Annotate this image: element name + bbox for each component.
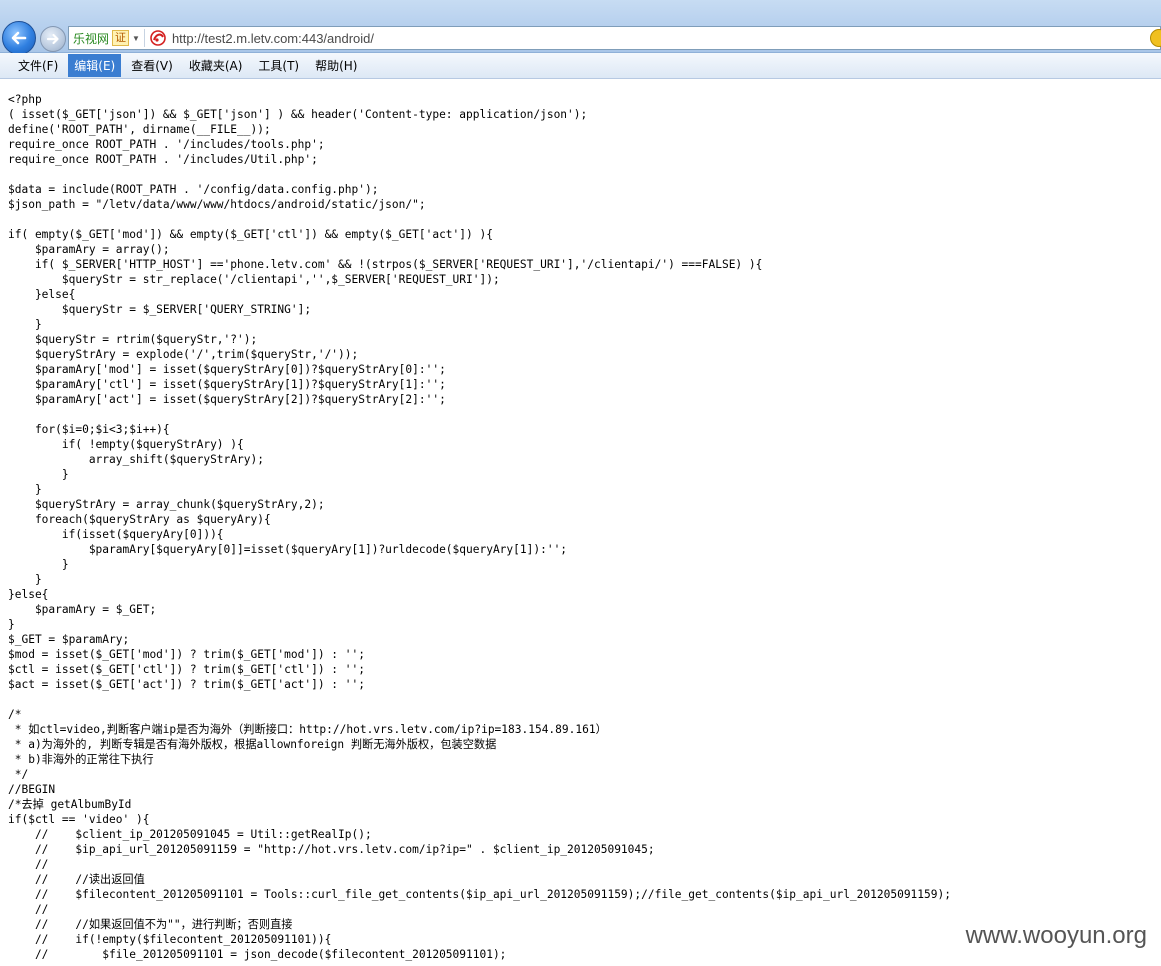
chevron-down-icon[interactable]: ▼ <box>132 34 140 43</box>
code-line: $queryStr = $_SERVER['QUERY_STRING']; <box>8 303 312 316</box>
code-line: if( $_SERVER['HTTP_HOST'] =='phone.letv.… <box>8 258 763 271</box>
code-line: foreach($queryStrAry as $queryAry){ <box>8 513 271 526</box>
menu-item-edit[interactable]: 编辑(E) <box>68 54 122 77</box>
forward-arrow-icon <box>46 33 59 45</box>
code-line: // if(!empty($filecontent_201205091101))… <box>8 933 332 946</box>
code-line: } <box>8 573 42 586</box>
code-line: // //读出返回值 <box>8 873 145 886</box>
code-line: if(isset($queryAry[0])){ <box>8 528 224 541</box>
code-line: $paramAry['ctl'] = isset($queryStrAry[1]… <box>8 378 446 391</box>
go-icon[interactable] <box>1150 29 1161 47</box>
menu-item-view[interactable]: 查看(V) <box>125 54 179 77</box>
code-line: $paramAry = $_GET; <box>8 603 157 616</box>
url-input[interactable]: http://test2.m.letv.com:443/android/ <box>172 31 374 46</box>
code-line: // <box>8 858 49 871</box>
code-line: * b)非海外的正常往下执行 <box>8 753 154 766</box>
code-line: define('ROOT_PATH', dirname(__FILE__)); <box>8 123 271 136</box>
code-line: /* <box>8 708 22 721</box>
code-line: } <box>8 483 42 496</box>
code-line: /*去掉 getAlbumById <box>8 798 132 811</box>
code-line: }else{ <box>8 288 76 301</box>
address-bar[interactable]: 乐视网 证 ▼ http://test2.m.letv.com:443/andr… <box>68 26 1161 50</box>
browser-toolbar: 乐视网 证 ▼ http://test2.m.letv.com:443/andr… <box>0 0 1161 55</box>
code-line: $mod = isset($_GET['mod']) ? trim($_GET[… <box>8 648 365 661</box>
code-line: } <box>8 468 69 481</box>
back-arrow-icon <box>11 31 27 45</box>
code-line: */ <box>8 768 29 781</box>
site-brand-label: 乐视网 <box>73 31 110 46</box>
forward-button[interactable] <box>40 26 66 52</box>
code-line: //BEGIN <box>8 783 56 796</box>
site-favicon-icon <box>150 30 166 46</box>
code-line: // $ip_api_url_201205091159 = "http://ho… <box>8 843 655 856</box>
code-line: require_once ROOT_PATH . '/includes/Util… <box>8 153 318 166</box>
code-line: $paramAry['act'] = isset($queryStrAry[2]… <box>8 393 446 406</box>
code-line: $_GET = $paramAry; <box>8 633 130 646</box>
code-line: // //如果返回值不为""，进行判断；否则直接 <box>8 918 293 931</box>
code-line: }else{ <box>8 588 49 601</box>
divider <box>143 29 145 47</box>
code-line: $queryStr = rtrim($queryStr,'?'); <box>8 333 258 346</box>
code-line: $paramAry[$queryAry[0]]=isset($queryAry[… <box>8 543 568 556</box>
code-line: $paramAry['mod'] = isset($queryStrAry[0]… <box>8 363 446 376</box>
code-line: if( !empty($queryStrAry) ){ <box>8 438 244 451</box>
menu-bar: 文件(F) 编辑(E) 查看(V) 收藏夹(A) 工具(T) 帮助(H) <box>0 53 1161 79</box>
code-line: for($i=0;$i<3;$i++){ <box>8 423 170 436</box>
code-line: array_shift($queryStrAry); <box>8 453 264 466</box>
code-line: * 如ctl=video,判断客户端ip是否为海外（判断接口：http://ho… <box>8 723 607 736</box>
back-button[interactable] <box>2 21 36 55</box>
code-line: $json_path = "/letv/data/www/www/htdocs/… <box>8 198 426 211</box>
watermark: www.wooyun.org <box>961 922 1151 950</box>
source-code-view: <?php ( isset($_GET['json']) && $_GET['js… <box>8 92 951 962</box>
code-line: <?php <box>8 93 42 106</box>
code-line: $data = include(ROOT_PATH . '/config/dat… <box>8 183 379 196</box>
menu-item-favorites[interactable]: 收藏夹(A) <box>183 54 249 77</box>
code-line: $act = isset($_GET['act']) ? trim($_GET[… <box>8 678 365 691</box>
code-line: * a)为海外的, 判断专辑是否有海外版权，根据allownforeign 判断… <box>8 738 497 751</box>
code-line: // $file_201205091101 = json_decode($fil… <box>8 948 507 961</box>
code-line: } <box>8 618 15 631</box>
menu-item-file[interactable]: 文件(F) <box>12 54 64 77</box>
code-line: // $client_ip_201205091045 = Util::getRe… <box>8 828 372 841</box>
code-line: ( isset($_GET['json']) && $_GET['json'] … <box>8 108 588 121</box>
code-line: $ctl = isset($_GET['ctl']) ? trim($_GET[… <box>8 663 365 676</box>
code-line: // <box>8 903 49 916</box>
code-line: // $filecontent_201205091101 = Tools::cu… <box>8 888 951 901</box>
code-line: $paramAry = array(); <box>8 243 170 256</box>
code-line: require_once ROOT_PATH . '/includes/tool… <box>8 138 325 151</box>
code-line: if($ctl == 'video' ){ <box>8 813 150 826</box>
certificate-badge[interactable]: 证 <box>112 30 130 46</box>
menu-item-tools[interactable]: 工具(T) <box>252 54 305 77</box>
code-line: } <box>8 558 69 571</box>
code-line: } <box>8 318 42 331</box>
code-line: $queryStrAry = array_chunk($queryStrAry,… <box>8 498 325 511</box>
code-line: if( empty($_GET['mod']) && empty($_GET['… <box>8 228 493 241</box>
code-line: $queryStrAry = explode('/',trim($querySt… <box>8 348 359 361</box>
code-line: $queryStr = str_replace('/clientapi','',… <box>8 273 500 286</box>
menu-item-help[interactable]: 帮助(H) <box>309 54 363 77</box>
